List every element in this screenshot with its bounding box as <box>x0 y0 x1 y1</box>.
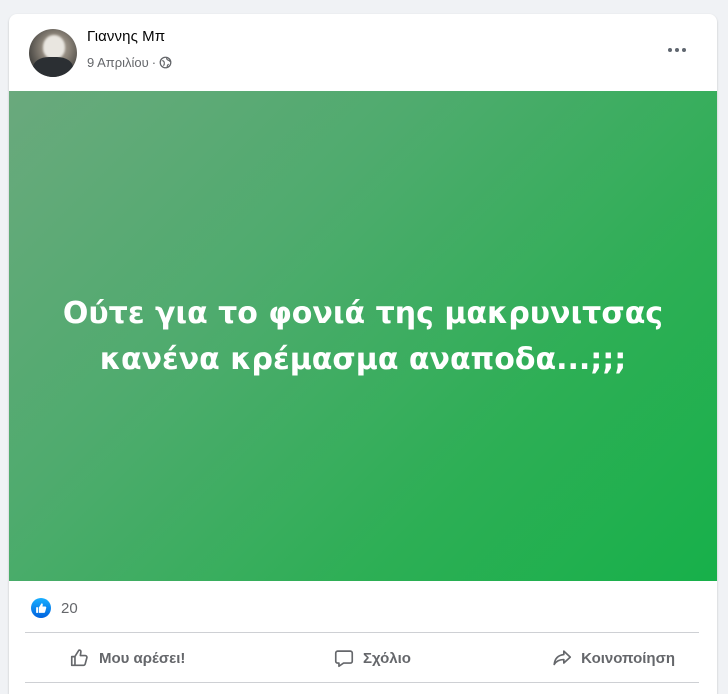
globe-icon[interactable] <box>159 56 172 69</box>
more-options-button[interactable] <box>659 40 695 60</box>
dot-icon <box>682 48 686 52</box>
like-count: 20 <box>61 599 78 617</box>
share-button[interactable]: Κοινοποίηση <box>473 636 699 680</box>
comment-button-label: Σχόλιο <box>363 649 411 667</box>
like-button-label: Μου αρέσει! <box>99 649 186 667</box>
share-icon <box>553 650 572 666</box>
post-card: Γιαννης Μπ 9 Απριλίου · Ούτε για το φονι… <box>9 14 717 694</box>
like-icon <box>31 598 51 618</box>
action-bar: Μου αρέσει! Σχόλιο Κοινοποίηση <box>25 636 699 680</box>
divider <box>25 682 699 683</box>
avatar-face <box>43 35 65 59</box>
post-text-line-2: κανένα κρέμασμα αναποδα...;;; <box>99 342 627 377</box>
reactions-summary[interactable]: 20 <box>31 597 78 619</box>
post-text-line-1: Ούτε για το φονιά της μακρυνιτσας <box>62 296 664 331</box>
author-avatar[interactable] <box>29 29 77 77</box>
thumbs-up-icon <box>70 649 88 667</box>
post-text: Ούτε για το φονιά της μακρυνιτσας κανένα… <box>23 291 703 383</box>
dot-icon <box>675 48 679 52</box>
share-button-label: Κοινοποίηση <box>581 649 675 667</box>
comment-icon <box>334 650 354 668</box>
post-meta: 9 Απριλίου · <box>87 55 172 70</box>
like-button[interactable]: Μου αρέσει! <box>25 636 271 680</box>
post-background[interactable]: Ούτε για το φονιά της μακρυνιτσας κανένα… <box>9 91 717 581</box>
comment-button[interactable]: Σχόλιο <box>271 636 473 680</box>
avatar-body <box>33 57 73 77</box>
post-date[interactable]: 9 Απριλίου <box>87 55 149 70</box>
author-name[interactable]: Γιαννης Μπ <box>87 28 165 45</box>
dot-icon <box>668 48 672 52</box>
meta-separator: · <box>151 55 157 70</box>
divider <box>25 632 699 633</box>
